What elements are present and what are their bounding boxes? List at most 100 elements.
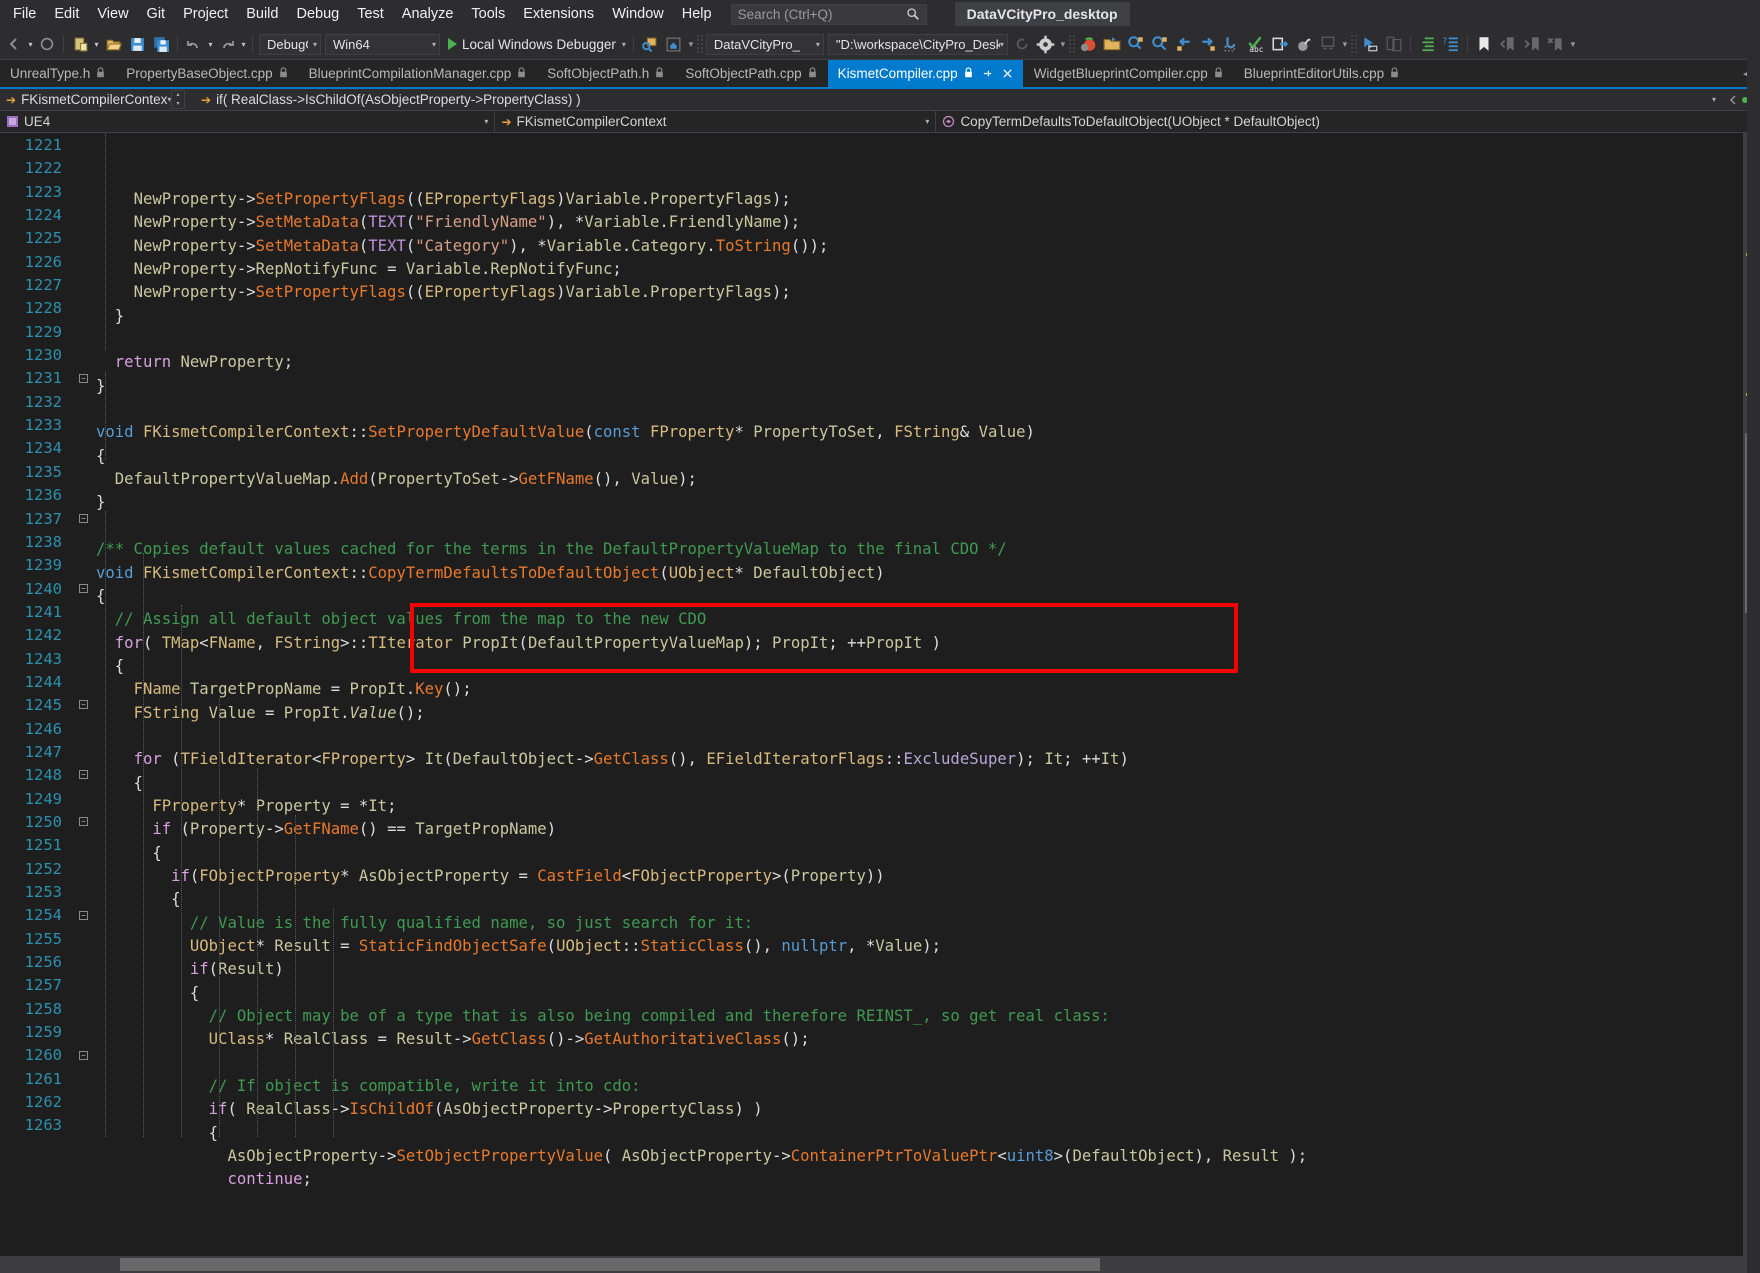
navbar-member-combo[interactable]: ➔ if( RealClass->IsChildOf(AsObjectPrope… bbox=[185, 89, 1700, 110]
code-line[interactable] bbox=[96, 398, 1760, 421]
code-line[interactable] bbox=[96, 1052, 1760, 1075]
toolbar-drag-handle-3[interactable] bbox=[1349, 34, 1358, 54]
find-symbol-icon[interactable] bbox=[1125, 33, 1147, 55]
goto-implementation-icon[interactable] bbox=[1221, 33, 1243, 55]
navbar-spinner[interactable]: ▴ ▾ bbox=[171, 90, 185, 109]
code-line[interactable]: if(FObjectProperty* AsObjectProperty = C… bbox=[96, 865, 1760, 888]
find-references-icon[interactable] bbox=[1149, 33, 1171, 55]
close-tab-icon[interactable] bbox=[1002, 68, 1013, 79]
code-line[interactable]: // Value is the fully qualified name, so… bbox=[96, 912, 1760, 935]
home-icon[interactable] bbox=[663, 33, 685, 55]
navigate-back-icon[interactable] bbox=[1173, 33, 1195, 55]
start-debug-button[interactable]: Local Windows Debugger ▾ bbox=[442, 37, 629, 52]
horizontal-scrollbar[interactable] bbox=[0, 1256, 1743, 1273]
code-line[interactable] bbox=[96, 515, 1760, 538]
fold-toggle-icon[interactable]: − bbox=[79, 700, 88, 710]
code-line[interactable]: } bbox=[96, 375, 1760, 398]
tomato-test-icon[interactable] bbox=[1077, 33, 1099, 55]
menu-item-analyze[interactable]: Analyze bbox=[393, 2, 463, 26]
navbar-function-combo[interactable]: CopyTermDefaultsToDefaultObject(UObject … bbox=[936, 111, 1760, 132]
select-element-icon[interactable] bbox=[1359, 33, 1381, 55]
rename-icon[interactable] bbox=[1269, 33, 1291, 55]
toolbar-overflow-icon[interactable]: ▾ bbox=[686, 33, 696, 55]
toolbar-drag-handle[interactable] bbox=[695, 34, 704, 54]
code-line[interactable]: continue; bbox=[96, 1168, 1760, 1191]
fold-toggle-icon[interactable]: − bbox=[79, 583, 88, 593]
code-line[interactable] bbox=[96, 725, 1760, 748]
fold-margin[interactable]: − − − − − − − − bbox=[72, 133, 96, 1273]
attach-process-icon[interactable] bbox=[639, 33, 661, 55]
menu-item-test[interactable]: Test bbox=[348, 2, 393, 26]
save-icon[interactable] bbox=[126, 33, 148, 55]
next-bookmark-icon[interactable] bbox=[1521, 33, 1543, 55]
back-dropdown-icon[interactable]: ▾ bbox=[26, 33, 35, 55]
tab-blueprinteditorutils-cpp[interactable]: BlueprintEditorUtils.cpp bbox=[1233, 60, 1411, 87]
clear-bookmarks-icon[interactable] bbox=[1545, 33, 1567, 55]
working-directory-combo[interactable]: "D:\workspace\CityPro_Desktop ▾ bbox=[827, 33, 1008, 55]
code-line[interactable]: } bbox=[96, 305, 1760, 328]
code-line[interactable]: if(Result) bbox=[96, 958, 1760, 981]
code-text[interactable]: NewProperty->SetPropertyFlags((EProperty… bbox=[96, 133, 1760, 1273]
code-line[interactable]: NewProperty->SetMetaData(TEXT("FriendlyN… bbox=[96, 211, 1760, 234]
redo-icon[interactable] bbox=[216, 33, 238, 55]
tab-kismetcompiler-cpp[interactable]: KismetCompiler.cpp bbox=[827, 60, 1024, 87]
code-line[interactable]: void FKismetCompilerContext::CopyTermDef… bbox=[96, 562, 1760, 585]
code-line[interactable]: } bbox=[96, 491, 1760, 514]
code-line[interactable]: void FKismetCompilerContext::SetProperty… bbox=[96, 421, 1760, 444]
fold-toggle-icon[interactable]: − bbox=[79, 910, 88, 920]
code-line[interactable]: FName TargetPropName = PropIt.Key(); bbox=[96, 678, 1760, 701]
toggle-bookmark-icon[interactable] bbox=[1473, 33, 1495, 55]
undo-dropdown-icon[interactable]: ▾ bbox=[206, 33, 215, 55]
code-line[interactable]: // If object is compatible, write it int… bbox=[96, 1075, 1760, 1098]
tab-softobjectpath-cpp[interactable]: SoftObjectPath.cpp bbox=[675, 60, 828, 87]
code-line[interactable]: { bbox=[96, 1122, 1760, 1145]
navigate-forward-icon[interactable] bbox=[1197, 33, 1219, 55]
menu-item-tools[interactable]: Tools bbox=[462, 2, 514, 26]
code-editor[interactable]: 1221 1222 1223 1224 1225 1226 1227 1228 1229 1230… bbox=[0, 133, 1760, 1273]
undo-icon[interactable] bbox=[183, 33, 205, 55]
code-line[interactable]: FString Value = PropIt.Value(); bbox=[96, 702, 1760, 725]
settings-gear-icon[interactable] bbox=[1035, 33, 1057, 55]
tab-widgetblueprintcompiler-cpp[interactable]: WidgetBlueprintCompiler.cpp bbox=[1023, 60, 1234, 87]
paint-bubble-icon[interactable] bbox=[1293, 33, 1315, 55]
nav-overflow-icon[interactable]: ▾ bbox=[1340, 33, 1350, 55]
fold-toggle-icon[interactable]: − bbox=[79, 373, 88, 383]
code-line[interactable]: // Object may be of a type that is also … bbox=[96, 1005, 1760, 1028]
code-line[interactable]: if (Property->GetFName() == TargetPropNa… bbox=[96, 818, 1760, 841]
save-all-icon[interactable] bbox=[150, 33, 172, 55]
menu-item-view[interactable]: View bbox=[88, 2, 137, 26]
code-line[interactable]: DefaultPropertyValueMap.Add(PropertyToSe… bbox=[96, 468, 1760, 491]
quick-search-input[interactable]: Search (Ctrl+Q) bbox=[730, 3, 927, 25]
new-file-icon[interactable] bbox=[69, 33, 91, 55]
expand-macro-icon[interactable] bbox=[1317, 33, 1339, 55]
code-line[interactable]: NewProperty->SetPropertyFlags((EProperty… bbox=[96, 281, 1760, 304]
startup-project-combo[interactable]: DataVCityPro_ ▾ bbox=[705, 33, 824, 55]
navbar-scope-combo[interactable]: ➔ FKismetCompilerContex ▾ bbox=[0, 89, 171, 110]
toolbar-drag-handle-2[interactable] bbox=[1067, 34, 1076, 54]
menu-item-project[interactable]: Project bbox=[174, 2, 237, 26]
code-line[interactable]: UClass* RealClass = Result->GetClass()->… bbox=[96, 1028, 1760, 1051]
code-line[interactable]: NewProperty->SetPropertyFlags((EProperty… bbox=[96, 188, 1760, 211]
back-arrow-icon[interactable] bbox=[3, 33, 25, 55]
menu-item-extensions[interactable]: Extensions bbox=[514, 2, 603, 26]
forward-arrow-icon[interactable] bbox=[36, 33, 58, 55]
navbar-collapse-icon[interactable]: ▾ bbox=[1700, 89, 1722, 110]
code-line[interactable]: for( TMap<FName, FString>::TIterator Pro… bbox=[96, 632, 1760, 655]
code-line[interactable]: { bbox=[96, 982, 1760, 1005]
open-folder-nav-icon[interactable] bbox=[1101, 33, 1123, 55]
code-line[interactable]: { bbox=[96, 772, 1760, 795]
fold-toggle-icon[interactable]: − bbox=[79, 817, 88, 827]
code-line[interactable]: NewProperty->SetMetaData(TEXT("Category"… bbox=[96, 235, 1760, 258]
menu-item-build[interactable]: Build bbox=[237, 2, 287, 26]
solution-configuration-combo[interactable]: DebugG ▾ bbox=[259, 33, 321, 55]
bookmark-overflow-icon[interactable]: ▾ bbox=[1568, 33, 1578, 55]
previous-bookmark-icon[interactable] bbox=[1497, 33, 1519, 55]
tab-unrealtype-h[interactable]: UnrealType.h bbox=[0, 60, 117, 87]
code-line[interactable]: // Assign all default object values from… bbox=[96, 608, 1760, 631]
spellcheck-icon[interactable]: abc bbox=[1245, 33, 1267, 55]
settings-overflow-icon[interactable]: ▾ bbox=[1058, 33, 1068, 55]
code-line[interactable]: /** Copies default values cached for the… bbox=[96, 538, 1760, 561]
fold-toggle-icon[interactable]: − bbox=[79, 1050, 88, 1060]
code-line[interactable]: { bbox=[96, 655, 1760, 678]
tab-blueprintcompilationmanager-cpp[interactable]: BlueprintCompilationManager.cpp bbox=[298, 60, 538, 87]
